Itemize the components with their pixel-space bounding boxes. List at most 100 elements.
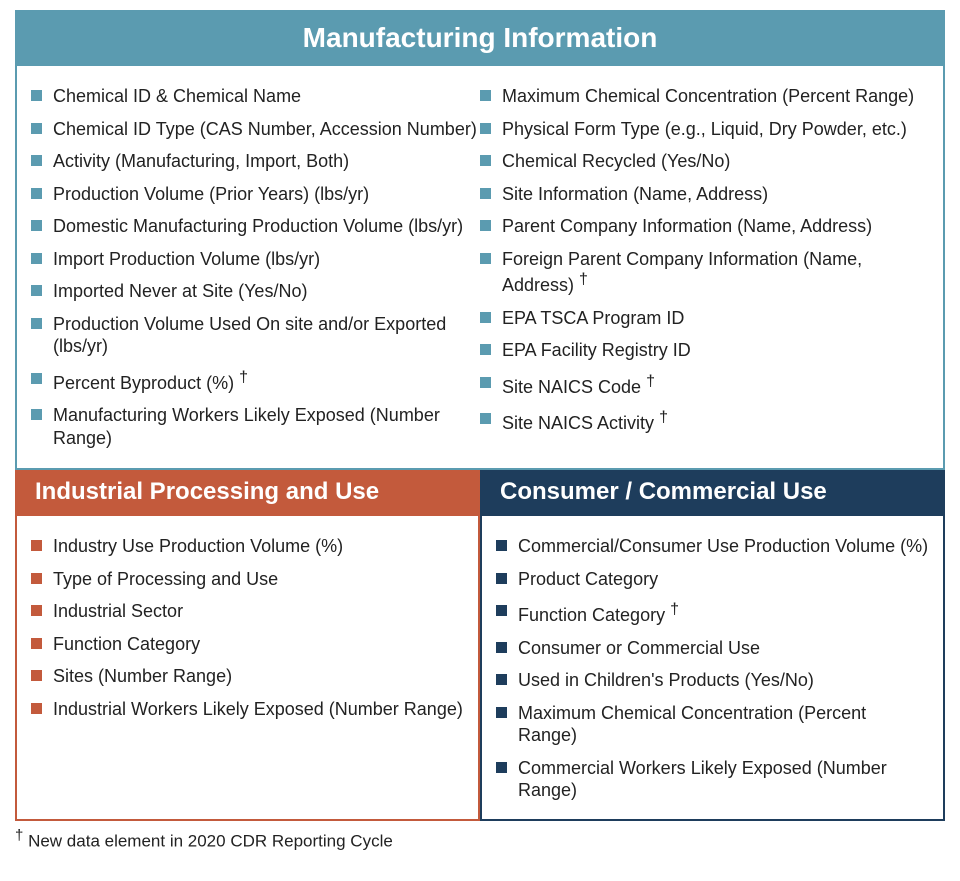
list-item: Industry Use Production Volume (%) bbox=[31, 530, 464, 563]
list-item-text: Maximum Chemical Concentration (Percent … bbox=[502, 86, 914, 106]
square-bullet-icon bbox=[496, 707, 507, 718]
square-bullet-icon bbox=[496, 762, 507, 773]
list-item: Production Volume Used On site and/or Ex… bbox=[31, 308, 480, 363]
list-item: Chemical ID & Chemical Name bbox=[31, 80, 480, 113]
list-item-text: Industry Use Production Volume (%) bbox=[53, 536, 343, 556]
list-item: Site Information (Name, Address) bbox=[480, 178, 929, 211]
list-item: Parent Company Information (Name, Addres… bbox=[480, 210, 929, 243]
consumer-cell: Consumer / Commercial Use Commercial/Con… bbox=[480, 470, 945, 821]
square-bullet-icon bbox=[480, 377, 491, 388]
list-item: Activity (Manufacturing, Import, Both) bbox=[31, 145, 480, 178]
dagger-icon: † bbox=[579, 271, 588, 288]
square-bullet-icon bbox=[31, 638, 42, 649]
square-bullet-icon bbox=[31, 155, 42, 166]
list-item: Sites (Number Range) bbox=[31, 660, 464, 693]
square-bullet-icon bbox=[31, 123, 42, 134]
dagger-icon: † bbox=[670, 601, 679, 618]
list-item-text: Manufacturing Workers Likely Exposed (Nu… bbox=[53, 405, 440, 448]
list-item-text: Site NAICS Activity bbox=[502, 413, 654, 433]
square-bullet-icon bbox=[496, 573, 507, 584]
list-item: Product Category bbox=[496, 563, 929, 596]
industrial-body: Industry Use Production Volume (%) Type o… bbox=[15, 516, 480, 821]
list-item-text: Used in Children's Products (Yes/No) bbox=[518, 670, 814, 690]
list-item: Consumer or Commercial Use bbox=[496, 632, 929, 665]
list-item-text: Chemical ID Type (CAS Number, Accession … bbox=[53, 119, 477, 139]
square-bullet-icon bbox=[31, 670, 42, 681]
square-bullet-icon bbox=[31, 605, 42, 616]
square-bullet-icon bbox=[31, 573, 42, 584]
dagger-icon: † bbox=[659, 409, 668, 426]
square-bullet-icon bbox=[31, 409, 42, 420]
square-bullet-icon bbox=[31, 253, 42, 264]
list-item-text: Activity (Manufacturing, Import, Both) bbox=[53, 151, 349, 171]
industrial-header: Industrial Processing and Use bbox=[15, 470, 480, 516]
list-item-text: Chemical ID & Chemical Name bbox=[53, 86, 301, 106]
list-item: Physical Form Type (e.g., Liquid, Dry Po… bbox=[480, 113, 929, 146]
square-bullet-icon bbox=[31, 318, 42, 329]
square-bullet-icon bbox=[480, 188, 491, 199]
list-item-text: Product Category bbox=[518, 569, 658, 589]
list-item-text: Commercial Workers Likely Exposed (Numbe… bbox=[518, 758, 887, 801]
square-bullet-icon bbox=[480, 220, 491, 231]
square-bullet-icon bbox=[31, 540, 42, 551]
square-bullet-icon bbox=[496, 605, 507, 616]
list-item-text: Commercial/Consumer Use Production Volum… bbox=[518, 536, 928, 556]
square-bullet-icon bbox=[31, 373, 42, 384]
list-item-text: Function Category bbox=[53, 634, 200, 654]
list-item-text: Site NAICS Code bbox=[502, 377, 641, 397]
footnote-text: New data element in 2020 CDR Reporting C… bbox=[28, 832, 393, 851]
square-bullet-icon bbox=[31, 188, 42, 199]
list-item-text: Consumer or Commercial Use bbox=[518, 638, 760, 658]
bottom-row: Industrial Processing and Use Industry U… bbox=[15, 470, 945, 821]
list-item-text: Production Volume Used On site and/or Ex… bbox=[53, 314, 446, 357]
list-item: Production Volume (Prior Years) (lbs/yr) bbox=[31, 178, 480, 211]
consumer-body: Commercial/Consumer Use Production Volum… bbox=[480, 516, 945, 821]
list-item: Site NAICS Activity † bbox=[480, 403, 929, 440]
list-item: Maximum Chemical Concentration (Percent … bbox=[496, 697, 929, 752]
list-item-text: Chemical Recycled (Yes/No) bbox=[502, 151, 730, 171]
manufacturing-body: Chemical ID & Chemical Name Chemical ID T… bbox=[15, 66, 945, 470]
list-item-text: Sites (Number Range) bbox=[53, 666, 232, 686]
list-item: Commercial/Consumer Use Production Volum… bbox=[496, 530, 929, 563]
list-item: Type of Processing and Use bbox=[31, 563, 464, 596]
square-bullet-icon bbox=[480, 253, 491, 264]
manufacturing-col-right: Maximum Chemical Concentration (Percent … bbox=[480, 80, 929, 454]
footnote: † New data element in 2020 CDR Reporting… bbox=[15, 821, 945, 852]
list-item: EPA TSCA Program ID bbox=[480, 302, 929, 335]
square-bullet-icon bbox=[480, 413, 491, 424]
industrial-cell: Industrial Processing and Use Industry U… bbox=[15, 470, 480, 821]
list-item: Site NAICS Code † bbox=[480, 367, 929, 404]
square-bullet-icon bbox=[480, 344, 491, 355]
dagger-icon: † bbox=[239, 369, 248, 386]
list-item: Industrial Sector bbox=[31, 595, 464, 628]
list-item: Chemical Recycled (Yes/No) bbox=[480, 145, 929, 178]
list-item: Foreign Parent Company Information (Name… bbox=[480, 243, 929, 302]
list-item-text: EPA Facility Registry ID bbox=[502, 340, 691, 360]
manufacturing-col-left: Chemical ID & Chemical Name Chemical ID T… bbox=[31, 80, 480, 454]
square-bullet-icon bbox=[31, 90, 42, 101]
list-item-text: Foreign Parent Company Information (Name… bbox=[502, 249, 862, 296]
list-item-text: Physical Form Type (e.g., Liquid, Dry Po… bbox=[502, 119, 907, 139]
list-item-text: Production Volume (Prior Years) (lbs/yr) bbox=[53, 184, 369, 204]
list-item: Import Production Volume (lbs/yr) bbox=[31, 243, 480, 276]
list-item: Imported Never at Site (Yes/No) bbox=[31, 275, 480, 308]
list-item-text: Function Category bbox=[518, 605, 665, 625]
square-bullet-icon bbox=[480, 155, 491, 166]
list-item-text: Industrial Workers Likely Exposed (Numbe… bbox=[53, 699, 463, 719]
square-bullet-icon bbox=[496, 642, 507, 653]
dagger-icon: † bbox=[646, 373, 655, 390]
square-bullet-icon bbox=[496, 674, 507, 685]
square-bullet-icon bbox=[31, 703, 42, 714]
manufacturing-header: Manufacturing Information bbox=[15, 10, 945, 66]
consumer-header: Consumer / Commercial Use bbox=[480, 470, 945, 516]
list-item-text: Site Information (Name, Address) bbox=[502, 184, 768, 204]
list-item-text: Industrial Sector bbox=[53, 601, 183, 621]
list-item-text: Import Production Volume (lbs/yr) bbox=[53, 249, 320, 269]
square-bullet-icon bbox=[480, 123, 491, 134]
list-item-text: Percent Byproduct (%) bbox=[53, 373, 234, 393]
square-bullet-icon bbox=[31, 220, 42, 231]
list-item-text: Type of Processing and Use bbox=[53, 569, 278, 589]
list-item-text: Domestic Manufacturing Production Volume… bbox=[53, 216, 463, 236]
list-item: Used in Children's Products (Yes/No) bbox=[496, 664, 929, 697]
list-item-text: Maximum Chemical Concentration (Percent … bbox=[518, 703, 866, 746]
